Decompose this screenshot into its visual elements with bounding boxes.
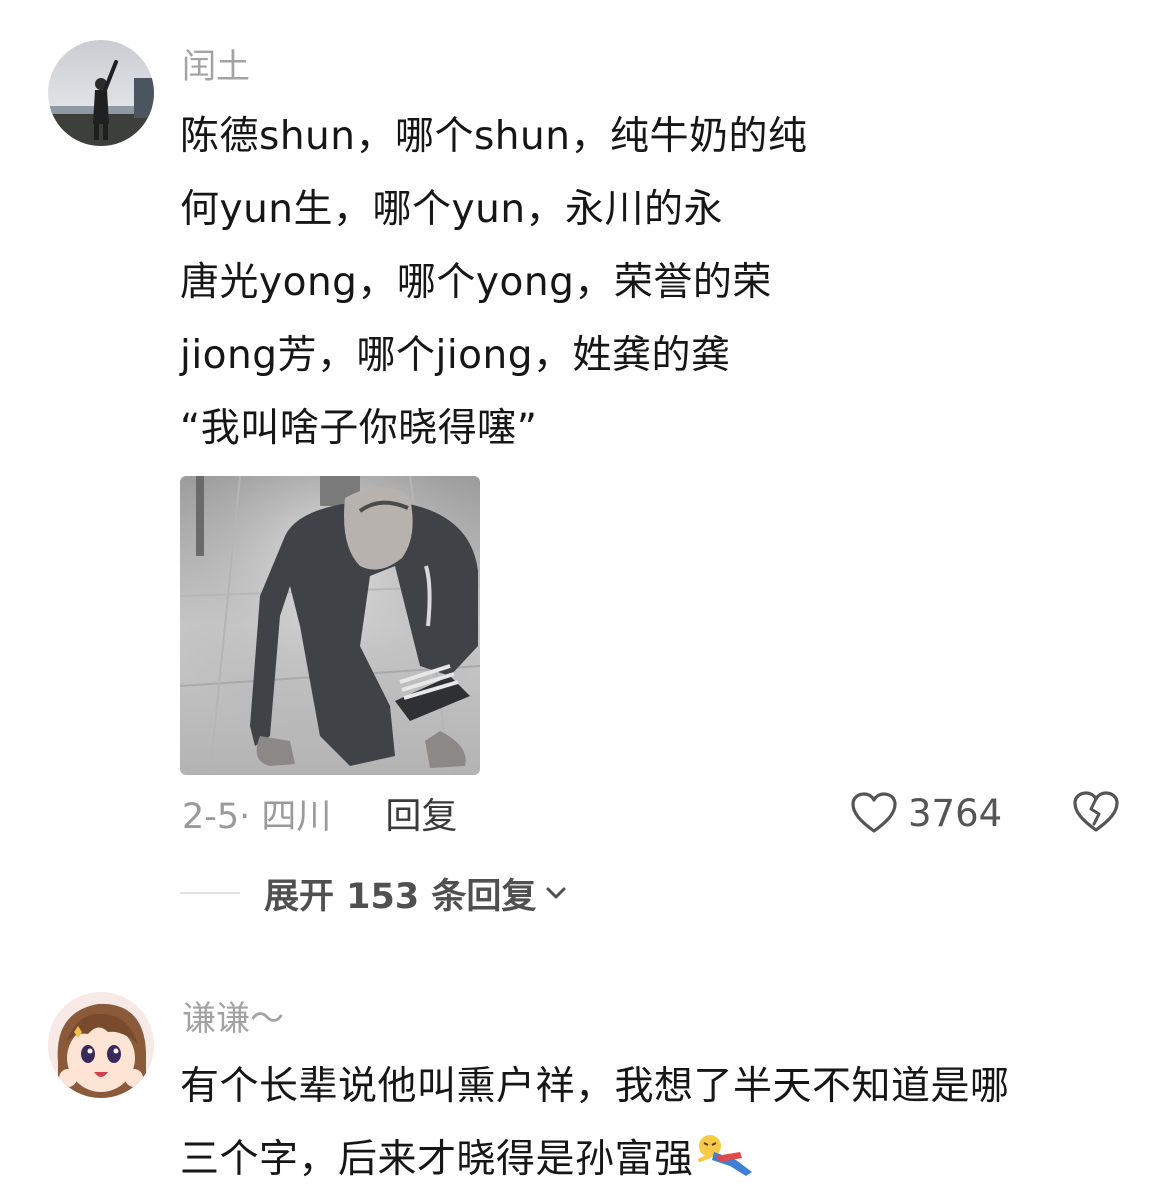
broken-heart-icon [1073,791,1119,832]
comment-photo[interactable] [180,476,480,775]
dislike-button[interactable] [1072,790,1120,838]
comment-line: 有个长辈说他叫熏户祥，我想了半天不知道是哪 [180,1064,1010,1109]
photo-man-kneeling-icon [180,476,480,775]
heart-outline-icon [851,792,897,833]
comment-line: jiong芳，哪个jiong，姓龚的龚 [180,333,731,378]
lying-down-emoji-icon [697,1135,752,1176]
comment-line: “我叫啥子你晓得噻” [180,406,538,451]
avatar-anime-girl-icon [48,992,154,1098]
like-button[interactable]: 3764 [850,788,1002,838]
avatar-person-landscape-icon [48,40,154,146]
expand-replies-label: 展开 153 条回复 [264,876,537,917]
comment-line: 陈德shun，哪个shun，纯牛奶的纯 [180,114,808,159]
username[interactable]: 闰土 [182,50,250,84]
comment-line: 唐光yong，哪个yong，荣誉的荣 [180,260,772,305]
comment-1: 闰土 陈德shun，哪个shun，纯牛奶的纯 何yun生，哪个yun，永川的永 … [0,0,1170,940]
comment-text: 有个长辈说他叫熏户祥，我想了半天不知道是哪 三个字，后来才晓得是孙富强 [180,1050,1140,1196]
comment-line-text: 三个字，后来才晓得是孙富强 [180,1137,694,1182]
chevron-down-icon [546,887,566,899]
divider [180,892,240,894]
date-location: 2-5· 四川 [182,796,332,837]
comment-meta: 2-5· 四川 回复 [182,787,457,839]
comment-line: 何yun生，哪个yun，永川的永 [180,187,724,232]
comment-text: 陈德shun，哪个shun，纯牛奶的纯 何yun生，哪个yun，永川的永 唐光y… [180,100,1140,465]
like-count: 3764 [908,791,1003,835]
avatar[interactable] [48,992,154,1098]
reply-button[interactable]: 回复 [385,787,457,839]
expand-replies-button[interactable]: 展开 153 条回复 [180,870,568,917]
comment-2: 谦谦～ 有个长辈说他叫熏户祥，我想了半天不知道是哪 三个字，后来才晓得是孙富强 [0,960,1170,1196]
comment-line: 三个字，后来才晓得是孙富强 [180,1123,1140,1196]
avatar[interactable] [48,40,154,146]
username[interactable]: 谦谦～ [182,1002,284,1036]
